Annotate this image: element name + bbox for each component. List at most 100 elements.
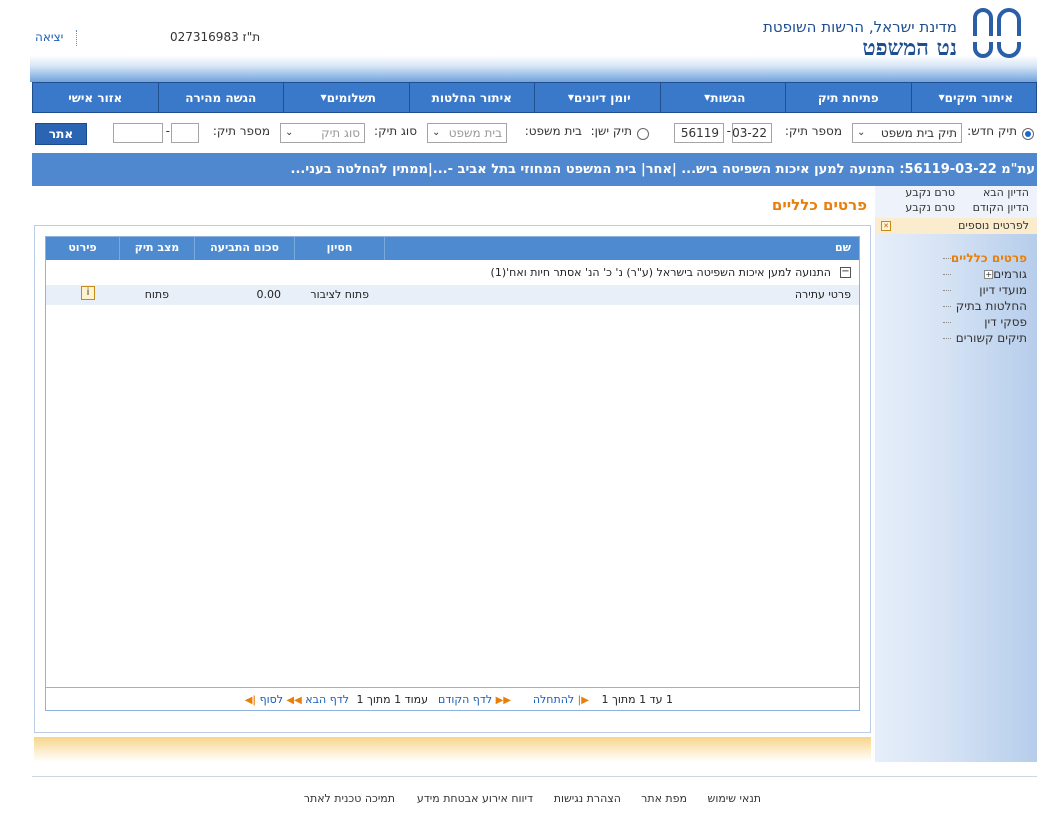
select-placeholder: בית משפט: [448, 126, 502, 140]
site-header: מדינת ישראל, הרשות השופטת נט המשפט ת"ז 0…: [30, 0, 1037, 82]
nav-open-case[interactable]: פתיחת תיק: [785, 82, 911, 113]
column-header-details[interactable]: פירוט: [46, 237, 119, 260]
details-icon[interactable]: i: [81, 286, 95, 300]
site-footer: תנאי שימוש מפת אתר הצהרת נגישות דיווח אי…: [0, 792, 1039, 808]
footer-link-tech-support[interactable]: תמיכה טכנית לאתר: [304, 792, 395, 805]
site-title: נט המשפט: [862, 35, 957, 61]
last-page-icon: |◀: [244, 695, 257, 706]
column-header-name[interactable]: שם: [384, 237, 859, 260]
nav-quick-submit[interactable]: הגשה מהירה: [157, 82, 283, 113]
case-tree: פרטים כלליים גורמים+ מועדי דיון החלטות ב…: [942, 250, 1031, 346]
page-title: פרטים כלליים: [771, 196, 867, 214]
next-page-icon: ◀◀: [286, 695, 302, 706]
main-nav: איתור תיקים ▼ פתיחת תיק הגשות ▼ יומן דיוני…: [32, 82, 1037, 113]
pager-first[interactable]: ▶| להתחלה: [533, 693, 589, 706]
tree-item-judgments[interactable]: פסקי דין: [942, 314, 1031, 330]
tree-item-label: פסקי דין: [984, 315, 1027, 329]
cell-status: פתוח: [144, 288, 169, 301]
first-page-icon: ▶|: [577, 695, 589, 706]
nav-label: איתור החלטות: [431, 90, 512, 105]
table-row[interactable]: פרטי עתירה פתוח לציבור 0.00 פתוח i: [46, 285, 859, 305]
tree-item-parties[interactable]: גורמים+: [942, 266, 1031, 282]
old-case-number-year-input[interactable]: [171, 123, 199, 143]
more-details-bar[interactable]: לפרטים נוספים ✕: [875, 218, 1037, 234]
old-case-separator: -: [165, 124, 170, 138]
footer-link-security-report[interactable]: דיווח אירוע אבטחת מידע: [417, 792, 533, 805]
search-go-button[interactable]: אתר: [35, 123, 87, 145]
case-number-id-input[interactable]: 56119: [674, 123, 724, 143]
footer-divider: [32, 776, 1037, 777]
pager-last[interactable]: לסוף |◀: [245, 693, 283, 706]
logout-link[interactable]: יציאה: [35, 30, 63, 44]
footer-link-sitemap[interactable]: מפת אתר: [641, 792, 687, 805]
tree-item-label: פרטים כלליים: [950, 251, 1027, 265]
pager-next-label: לדף הבא: [305, 693, 349, 706]
next-hearing-label: הדיון הבא: [982, 186, 1029, 199]
chevron-down-icon: ▼: [704, 93, 711, 102]
tree-item-hearing-dates[interactable]: מועדי דיון: [942, 282, 1031, 298]
court-label: בית משפט:: [524, 124, 582, 138]
pager-prev[interactable]: ▶▶ לדף הקודם: [438, 693, 511, 706]
old-case-number-label: מספר תיק:: [212, 124, 270, 138]
case-number-label: מספר תיק:: [784, 124, 842, 138]
nav-payments[interactable]: תשלומים ▼: [283, 82, 409, 113]
court-select[interactable]: בית משפט ⌄: [427, 123, 507, 143]
tree-item-general-details[interactable]: פרטים כלליים: [942, 250, 1031, 266]
nav-label: אזור אישי: [68, 90, 123, 105]
case-side-panel: הדיון הבא טרם נקבע הדיון הקודם טרם נקבע …: [875, 186, 1037, 762]
court-logo-icon: [973, 8, 1023, 58]
site-subtitle: מדינת ישראל, הרשות השופטת: [763, 18, 957, 36]
footer-link-accessibility[interactable]: הצהרת נגישות: [554, 792, 621, 805]
expand-icon[interactable]: ✕: [881, 221, 891, 231]
nav-submissions[interactable]: הגשות ▼: [659, 82, 785, 113]
tree-item-decisions[interactable]: החלטות בתיק: [942, 298, 1031, 314]
prev-hearing-value: טרם נקבע: [905, 201, 955, 214]
chevron-down-icon: ⌄: [857, 127, 866, 138]
prev-page-icon: ▶▶: [495, 695, 511, 706]
tree-item-label: מועדי דיון: [979, 283, 1027, 297]
nav-label: פתיחת תיק: [817, 90, 879, 105]
footer-link-terms[interactable]: תנאי שימוש: [708, 792, 761, 805]
collapse-icon[interactable]: −: [840, 267, 851, 278]
case-number-separator: -: [726, 124, 731, 138]
case-type-label: סוג תיק:: [374, 124, 417, 138]
nav-label: תשלומים: [326, 90, 376, 105]
more-details-link[interactable]: לפרטים נוספים: [958, 219, 1029, 232]
chevron-down-icon: ▼: [320, 93, 327, 102]
next-hearing-value: טרם נקבע: [905, 186, 955, 199]
case-number-month-input[interactable]: 03-22: [732, 123, 772, 143]
chevron-down-icon: ⌄: [432, 127, 441, 138]
plus-icon[interactable]: +: [984, 270, 994, 279]
column-header-status[interactable]: מצב תיק: [119, 237, 194, 260]
old-case-label: תיק ישן:: [590, 124, 632, 138]
header-divider: [76, 30, 77, 46]
user-id: ת"ז 027316983: [170, 30, 261, 44]
pager: 1 עד 1 מתוך 1 ▶| להתחלה ▶▶ לדף הקודם עמו…: [46, 687, 859, 711]
nav-case-search[interactable]: איתור תיקים ▼: [910, 82, 1037, 113]
nav-hearings-diary[interactable]: יומן דיונים ▼: [534, 82, 660, 113]
nav-label: הגשות: [710, 90, 746, 105]
grid-header: שם חסיון סכום התביעה מצב תיק פירוט: [46, 237, 859, 260]
new-case-type-select[interactable]: תיק בית משפט ⌄: [852, 123, 962, 143]
select-value: תיק בית משפט: [880, 126, 957, 140]
prev-hearing-label: הדיון הקודם: [972, 201, 1029, 214]
tree-item-related-cases[interactable]: תיקים קשורים: [942, 330, 1031, 346]
column-header-amount[interactable]: סכום התביעה: [194, 237, 294, 260]
new-case-radio[interactable]: [1022, 128, 1034, 140]
hearing-summary: הדיון הבא טרם נקבע הדיון הקודם טרם נקבע: [875, 186, 1037, 218]
old-case-number-id-input[interactable]: [113, 123, 163, 143]
details-grid: שם חסיון סכום התביעה מצב תיק פירוט − התנ…: [45, 236, 860, 711]
group-label: התנועה למען איכות השפיטה בישראל (ע"ר) נ'…: [490, 266, 831, 279]
chevron-down-icon: ▼: [938, 93, 945, 102]
old-case-radio[interactable]: [637, 128, 649, 140]
pager-next[interactable]: לדף הבא ◀◀: [286, 693, 349, 706]
pager-last-label: לסוף: [259, 693, 283, 706]
pager-range: 1 עד 1 מתוך 1: [601, 693, 674, 706]
select-placeholder: סוג תיק: [321, 126, 360, 140]
nav-decisions-search[interactable]: איתור החלטות: [408, 82, 534, 113]
nav-personal-area[interactable]: אזור אישי: [32, 82, 158, 113]
pager-page: עמוד 1 מתוך 1: [356, 693, 428, 706]
case-type-select[interactable]: סוג תיק ⌄: [280, 123, 365, 143]
column-header-privacy[interactable]: חסיון: [294, 237, 384, 260]
tree-item-label: גורמים: [993, 267, 1027, 281]
